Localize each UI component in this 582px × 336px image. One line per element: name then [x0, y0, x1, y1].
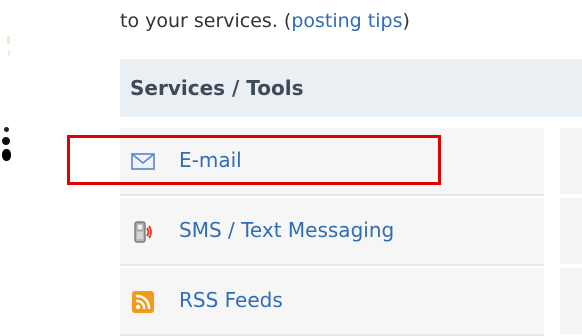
service-row-rss[interactable]: RSS Feeds: [120, 268, 544, 336]
service-row-sms-side: [560, 198, 582, 264]
intro-text-end: ): [402, 10, 410, 32]
intro-text: to your services. (posting tips): [118, 0, 578, 34]
services-title: Services / Tools: [130, 76, 304, 100]
rss-icon: [131, 291, 155, 313]
intro-line: to your services. (posting tips): [120, 10, 410, 32]
service-row-rss-side: [560, 268, 582, 334]
intro-text-start: to your services. (: [120, 10, 292, 32]
left-edge-decoration: [0, 0, 16, 320]
posting-tips-link[interactable]: posting tips: [291, 10, 402, 32]
service-label-sms[interactable]: SMS / Text Messaging: [179, 218, 394, 242]
service-label-rss[interactable]: RSS Feeds: [179, 288, 283, 312]
email-highlight-box: [67, 135, 441, 185]
edge-dots: [2, 127, 12, 171]
mobile-phone-icon: [131, 221, 155, 243]
edge-mark: [7, 36, 10, 44]
edge-mark: [8, 50, 10, 56]
service-row-email-side: [560, 128, 582, 194]
services-header: Services / Tools: [120, 59, 582, 117]
services-panel: Services / Tools E-mail SMS / Text Messa…: [120, 59, 582, 336]
service-row-sms[interactable]: SMS / Text Messaging: [120, 198, 544, 266]
